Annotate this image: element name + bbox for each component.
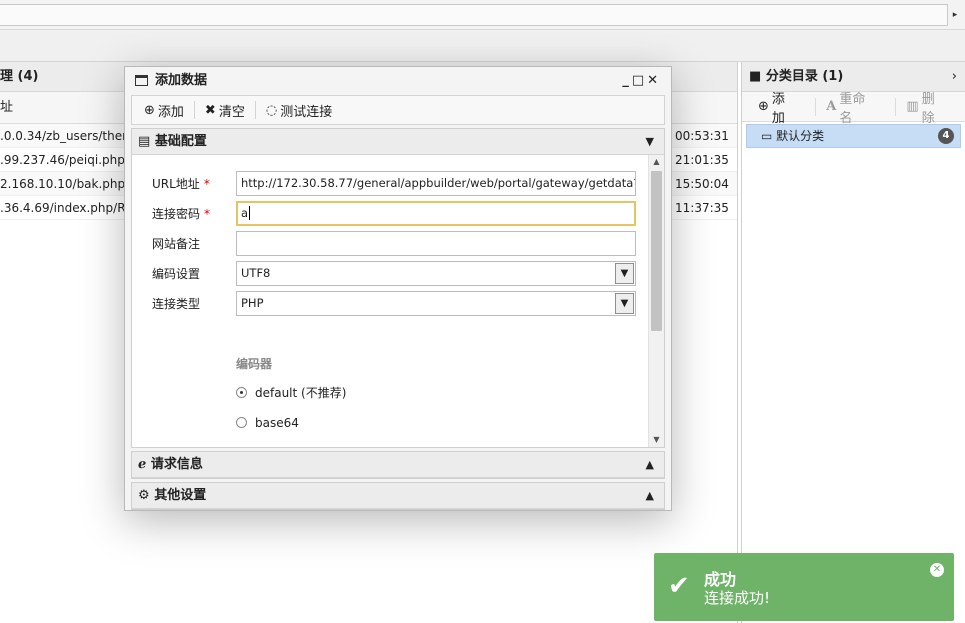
check-icon: ✔ — [668, 571, 690, 601]
font-icon: A — [826, 99, 837, 114]
request-info-section: ℯ 请求信息 ▲ — [131, 451, 665, 479]
window-controls[interactable]: _□✕ — [622, 67, 661, 95]
encoding-label: 编码设置 — [152, 267, 201, 281]
category-item-default[interactable]: ▭ 默认分类 4 — [746, 124, 961, 148]
note-input[interactable] — [236, 231, 636, 256]
encoder-radio-chr[interactable]: chr — [236, 444, 274, 447]
note-row: 网站备注 — [132, 231, 646, 257]
scroll-right-arrow-icon[interactable]: ▸ — [949, 4, 961, 26]
category-add-button[interactable]: ⊕ 添加 — [758, 88, 807, 126]
row-url: .99.237.46/peiqi.php — [0, 153, 125, 167]
scrollbar-thumb[interactable] — [651, 171, 662, 331]
close-icon: ✖ — [204, 102, 216, 118]
type-select[interactable]: PHP ▼ — [236, 291, 636, 316]
password-input[interactable]: a — [236, 201, 636, 226]
address-bar[interactable] — [0, 4, 948, 26]
folder-open-icon: ▭ — [761, 129, 773, 143]
request-info-header[interactable]: ℯ 请求信息 ▲ — [132, 452, 664, 478]
encoder-label: 编码器 — [236, 357, 273, 371]
category-delete-button[interactable]: ▥ 删除 — [906, 88, 957, 126]
add-button[interactable]: ⊕ 添加 — [144, 101, 184, 120]
chevron-right-icon[interactable]: › — [952, 62, 957, 92]
chevron-up-icon: ▲ — [645, 489, 654, 502]
top-bar: ▸ — [0, 0, 965, 30]
url-label: URL地址 * — [152, 177, 210, 191]
ie-icon: ℯ — [138, 457, 147, 472]
toast-message: 连接成功! — [704, 589, 771, 607]
password-label: 连接密码 * — [152, 207, 211, 221]
add-data-dialog: 添加数据 _□✕ ⊕ 添加 ✖ 清空 ◌ 测试连接 ▤ 基础配置 ▼ URL地址 * h… — [124, 66, 672, 511]
close-icon[interactable]: ✕ — [930, 563, 944, 577]
type-row: 连接类型 PHP ▼ — [132, 291, 646, 317]
row-url: 2.168.10.10/bak.php — [0, 177, 126, 191]
dialog-titlebar[interactable]: 添加数据 _□✕ — [125, 67, 671, 95]
clear-button[interactable]: ✖ 清空 — [205, 101, 245, 120]
basic-config-body: URL地址 * http://172.30.58.77/general/appbu… — [132, 155, 664, 447]
category-item-label: 默认分类 — [776, 129, 825, 143]
divider — [254, 101, 256, 119]
basic-config-section: ▤ 基础配置 ▼ URL地址 * http://172.30.58.77/gene… — [131, 128, 665, 448]
chevron-up-icon: ▲ — [645, 458, 654, 471]
category-rename-button[interactable]: A 重命名 — [826, 88, 887, 126]
divider — [815, 97, 817, 116]
divider — [895, 97, 897, 116]
password-row: 连接密码 * a — [132, 201, 646, 227]
category-toolbar: ⊕ 添加 A 重命名 ▥ 删除 — [742, 92, 965, 126]
spinner-icon: ◌ — [265, 102, 278, 118]
url-input[interactable]: http://172.30.58.77/general/appbuilder/w… — [236, 171, 636, 196]
encoding-row: 编码设置 UTF8 ▼ — [132, 261, 646, 287]
url-row: URL地址 * http://172.30.58.77/general/appbu… — [132, 171, 646, 197]
success-toast: ✔ 成功 连接成功! ✕ — [654, 553, 954, 621]
row-url: .0.0.34/zb_users/ther — [0, 129, 128, 143]
radio-checked-icon — [236, 387, 247, 398]
dialog-title: 添加数据 — [155, 73, 208, 88]
dialog-toolbar: ⊕ 添加 ✖ 清空 ◌ 测试连接 — [131, 95, 665, 125]
plus-circle-icon: ⊕ — [758, 99, 769, 114]
chevron-down-icon: ▼ — [615, 293, 634, 314]
row-time: 21:01:35 — [675, 153, 729, 167]
category-count-badge: 4 — [938, 128, 954, 144]
encoding-select[interactable]: UTF8 ▼ — [236, 261, 636, 286]
encoder-radio-default[interactable]: default (不推荐) — [236, 384, 346, 402]
other-settings-header[interactable]: ⚙ 其他设置 ▲ — [132, 483, 664, 509]
chevron-down-icon: ▼ — [645, 135, 654, 148]
file-text-icon: ▤ — [138, 134, 151, 149]
category-panel-title: 分类目录 (1) — [765, 69, 844, 84]
folder-icon: ■ — [749, 69, 762, 84]
type-label: 连接类型 — [152, 297, 201, 311]
window-icon — [135, 75, 148, 86]
category-panel-header: ■ 分类目录 (1) › — [742, 62, 965, 92]
row-time: 00:53:31 — [675, 129, 729, 143]
test-connection-button[interactable]: ◌ 测试连接 — [266, 101, 332, 120]
other-settings-section: ⚙ 其他设置 ▲ — [131, 482, 665, 510]
sub-toolbar — [0, 30, 965, 62]
note-label: 网站备注 — [152, 237, 201, 251]
plus-circle-icon: ⊕ — [144, 102, 155, 118]
vertical-scrollbar[interactable]: ▲ ▼ — [648, 155, 664, 447]
category-panel: ■ 分类目录 (1) › ⊕ 添加 A 重命名 ▥ 删除 ▭ 默认分类 4 — [741, 62, 965, 623]
row-time: 15:50:04 — [675, 177, 729, 191]
divider — [193, 101, 195, 119]
basic-config-header[interactable]: ▤ 基础配置 ▼ — [132, 129, 664, 155]
scroll-up-icon[interactable]: ▲ — [649, 155, 664, 169]
chevron-down-icon: ▼ — [615, 263, 634, 284]
scroll-down-icon[interactable]: ▼ — [649, 433, 664, 447]
trash-icon: ▥ — [906, 99, 919, 114]
gears-icon: ⚙ — [138, 488, 150, 503]
encoder-radio-base64[interactable]: base64 — [236, 414, 299, 432]
row-url: .36.4.69/index.php/R — [0, 201, 126, 215]
radio-icon — [236, 417, 247, 428]
row-time: 11:37:35 — [675, 201, 729, 215]
